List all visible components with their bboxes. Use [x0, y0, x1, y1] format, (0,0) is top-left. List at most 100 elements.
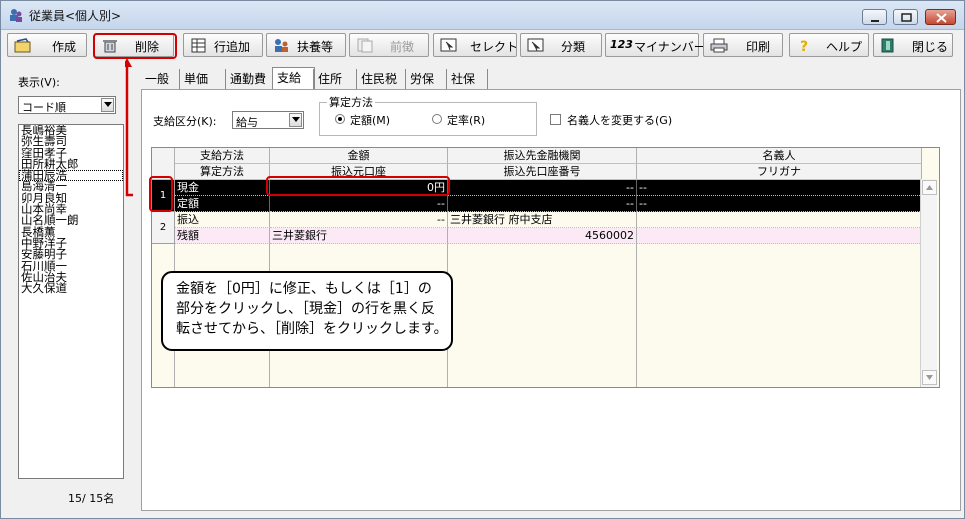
maximize-icon — [901, 13, 912, 22]
print-icon — [710, 38, 728, 53]
callout-line: 金額を［0円］に修正、もしくは［1］の — [176, 281, 432, 297]
close-button[interactable]: 閉じる — [873, 33, 953, 57]
sort-order-value: コード順 — [22, 101, 66, 114]
tab-labor-insurance[interactable]: 労保 — [405, 69, 447, 89]
create-label: 作成 — [52, 40, 77, 54]
radio-rate[interactable] — [432, 114, 442, 124]
help-label: ヘルプ — [826, 40, 863, 54]
scroll-up-button[interactable] — [922, 180, 937, 195]
arrow-up-icon — [926, 185, 933, 190]
cell-account-holder[interactable] — [637, 212, 922, 228]
header-bank: 振込先金融機関 — [448, 148, 637, 164]
pay-category-value: 給与 — [236, 116, 258, 129]
select-label: セレクト — [470, 40, 519, 54]
employee-list[interactable]: 長嶋裕美 弥生壽司 窪田孝子 田所耕太郎 蒲田辰浩 島海清一 卯月良知 山本尚幸… — [18, 124, 124, 479]
dependents-label: 扶養等 — [297, 40, 334, 54]
close-window-button[interactable] — [925, 9, 956, 25]
close-label: 閉じる — [912, 40, 949, 54]
app-window: 従業員<個人別> 作成 削除 行追加 扶養等 前徴 セレクト 分類 123 マイ… — [0, 0, 965, 519]
header-calc-method: 算定方法 — [175, 164, 270, 180]
highlight-delete-button — [93, 33, 177, 59]
radio-fixed[interactable] — [335, 114, 345, 124]
header-amount: 金額 — [270, 148, 448, 164]
minimize-button[interactable] — [862, 9, 887, 25]
cell-account-holder[interactable]: -- — [637, 180, 922, 196]
sort-order-select[interactable]: コード順 — [18, 96, 116, 114]
title-bar: 従業員<個人別> — [1, 1, 964, 30]
cell-amount[interactable]: -- — [270, 212, 448, 228]
highlight-row-number — [149, 176, 173, 212]
tab-address[interactable]: 住所 — [313, 69, 355, 89]
calc-method-legend: 算定方法 — [327, 94, 375, 110]
prior-collection-button[interactable]: 前徴 — [349, 33, 429, 57]
tab-unit-price[interactable]: 単価 — [179, 69, 223, 89]
svg-text:?: ? — [800, 39, 808, 53]
tab-resident-tax[interactable]: 住民税 — [356, 69, 406, 89]
pay-category-select[interactable]: 給与 — [232, 111, 304, 129]
radio-rate-label: 定率(R) — [447, 114, 486, 127]
cell-pay-method[interactable]: 振込 — [175, 212, 270, 228]
header-pay-method: 支給方法 — [175, 148, 270, 164]
help-icon: ? — [800, 39, 808, 53]
employee-count: 15/ 15名 — [68, 492, 115, 505]
add-row-label: 行追加 — [214, 40, 251, 54]
arrow-down-icon — [926, 375, 933, 380]
instruction-callout: 金額を［0円］に修正、もしくは［1］の 部分をクリックし、［現金］の行を黒く反 … — [161, 271, 453, 351]
mynumber-label: マイナンバー — [634, 40, 706, 54]
chevron-down-icon — [101, 98, 114, 112]
arrow-annotation — [125, 58, 133, 197]
classify-icon — [527, 38, 544, 52]
cell-furigana[interactable] — [637, 228, 922, 244]
add-row-icon — [191, 38, 206, 53]
row-number-2[interactable]: 2 — [152, 212, 175, 244]
cell-source-account[interactable]: -- — [270, 196, 448, 212]
prior-collection-icon — [357, 38, 373, 53]
help-button[interactable]: ? ヘルプ — [789, 33, 869, 57]
create-button[interactable]: 作成 — [7, 33, 87, 57]
add-row-button[interactable]: 行追加 — [183, 33, 263, 57]
cell-calc-method[interactable]: 残額 — [175, 228, 270, 244]
grid-scrollbar[interactable] — [920, 179, 937, 387]
prior-collection-label: 前徴 — [390, 40, 415, 54]
scroll-down-button[interactable] — [922, 370, 937, 385]
cell-pay-method[interactable]: 現金 — [175, 180, 270, 196]
callout-line: 部分をクリックし、［現金］の行を黒く反 — [176, 301, 435, 317]
rename-checkbox-label: 名義人を変更する(G) — [567, 114, 673, 127]
cell-furigana[interactable]: -- — [637, 196, 922, 212]
display-label: 表示(V): — [18, 76, 60, 89]
grid-line — [636, 244, 637, 387]
highlight-amount-cell — [266, 176, 450, 196]
callout-line: 転させてから、［削除］をクリックします。 — [176, 321, 448, 337]
cell-bank[interactable]: -- — [448, 180, 637, 196]
tab-commute[interactable]: 通勤費 — [225, 69, 273, 89]
employee-item[interactable]: 大久保道 — [19, 282, 123, 294]
dependents-button[interactable]: 扶養等 — [266, 33, 346, 57]
cell-dest-account[interactable]: -- — [448, 196, 637, 212]
header-account-holder: 名義人 — [637, 148, 922, 164]
select-icon — [440, 38, 457, 52]
cell-dest-account[interactable]: 4560002 — [448, 228, 637, 244]
cell-source-account[interactable]: 三井菱銀行 — [270, 228, 448, 244]
radio-fixed-label: 定額(M) — [350, 114, 391, 127]
pay-category-label: 支給区分(K): — [153, 115, 217, 128]
tab-payment[interactable]: 支給 — [272, 67, 315, 90]
minimize-icon — [871, 20, 879, 22]
cell-calc-method[interactable]: 定額 — [175, 196, 270, 212]
close-icon — [881, 38, 894, 53]
window-title: 従業員<個人別> — [29, 9, 122, 23]
select-button[interactable]: セレクト — [433, 33, 519, 57]
cell-bank[interactable]: 三井菱銀行 府中支店 — [448, 212, 637, 228]
mynumber-button[interactable]: 123 マイナンバー — [605, 33, 706, 57]
classify-label: 分類 — [561, 40, 586, 54]
tab-strip: 一般 単価 通勤費 支給 住所 住民税 労保 社保 — [141, 67, 961, 90]
tab-social-insurance[interactable]: 社保 — [446, 69, 488, 89]
rename-checkbox[interactable] — [550, 114, 561, 125]
classify-button[interactable]: 分類 — [520, 33, 602, 57]
print-label: 印刷 — [746, 40, 771, 54]
maximize-button[interactable] — [893, 9, 918, 25]
create-icon — [14, 38, 31, 53]
print-button[interactable]: 印刷 — [703, 33, 783, 57]
app-icon — [10, 9, 22, 22]
close-x-icon — [936, 13, 947, 23]
chevron-down-icon — [289, 113, 302, 127]
